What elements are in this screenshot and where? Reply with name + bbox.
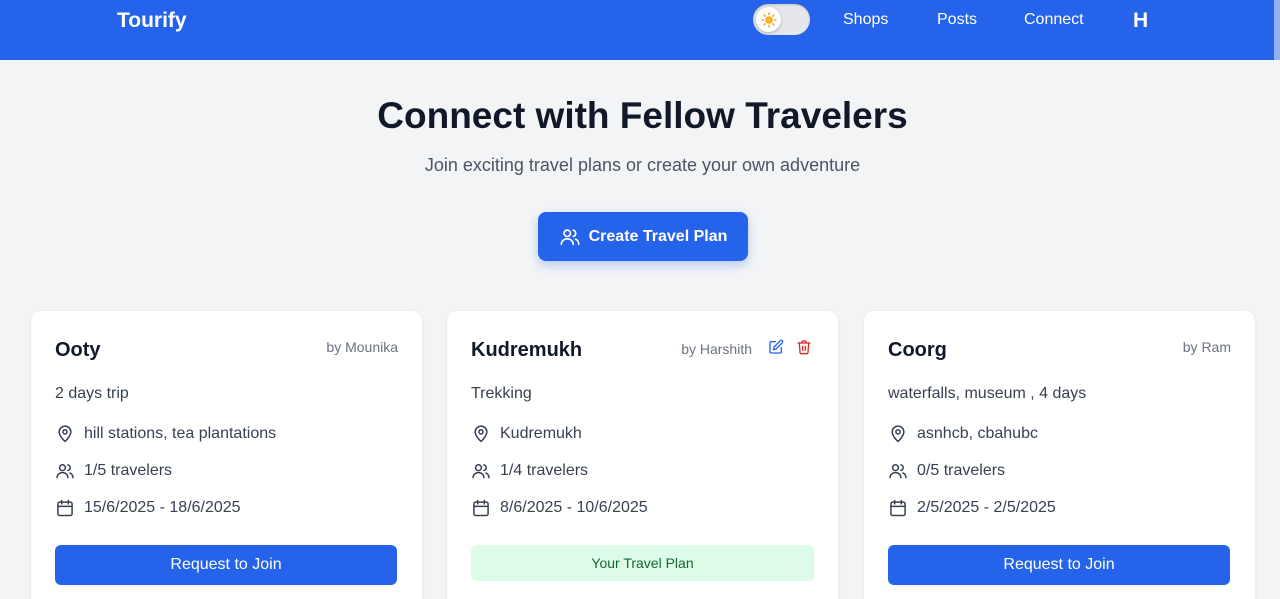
card-dates-row: 15/6/2025 - 18/6/2025 bbox=[55, 498, 241, 518]
card-author: by Ram bbox=[1182, 339, 1231, 355]
card-travelers: 1/4 travelers bbox=[500, 462, 589, 479]
card-dates: 2/5/2025 - 2/5/2025 bbox=[917, 499, 1056, 516]
card-location: asnhcb, cbahubc bbox=[917, 425, 1038, 442]
card-dates: 8/6/2025 - 10/6/2025 bbox=[500, 499, 648, 516]
travel-plan-card: Ooty by Mounika 2 days trip hill station… bbox=[31, 311, 422, 599]
card-travelers-row: 1/4 travelers bbox=[471, 461, 588, 481]
brand-logo[interactable]: Tourify bbox=[117, 9, 187, 33]
card-description: Trekking bbox=[471, 385, 532, 402]
map-pin-icon bbox=[888, 424, 908, 444]
card-description: waterfalls, museum , 4 days bbox=[888, 385, 1087, 402]
users-icon bbox=[55, 461, 75, 481]
card-travelers-row: 1/5 travelers bbox=[55, 461, 172, 481]
own-plan-badge: Your Travel Plan bbox=[471, 545, 814, 581]
card-dates: 15/6/2025 - 18/6/2025 bbox=[84, 499, 241, 516]
create-travel-plan-label: Create Travel Plan bbox=[588, 227, 728, 245]
card-actions bbox=[768, 339, 812, 355]
card-title: Kudremukh bbox=[471, 339, 583, 361]
card-dates-row: 8/6/2025 - 10/6/2025 bbox=[471, 498, 648, 518]
edit-icon[interactable] bbox=[768, 339, 784, 355]
card-title: Ooty bbox=[55, 339, 101, 361]
user-avatar[interactable]: H bbox=[1133, 9, 1148, 33]
page-subtitle: Join exciting travel plans or create you… bbox=[424, 155, 861, 175]
nav-link-connect[interactable]: Connect bbox=[1024, 11, 1084, 29]
card-author: by Mounika bbox=[326, 339, 398, 355]
card-author: by Harshith bbox=[681, 341, 752, 357]
card-location: Kudremukh bbox=[500, 425, 582, 442]
calendar-icon bbox=[471, 498, 491, 518]
card-title: Coorg bbox=[888, 339, 947, 361]
nav-link-posts[interactable]: Posts bbox=[937, 11, 977, 29]
card-dates-row: 2/5/2025 - 2/5/2025 bbox=[888, 498, 1056, 518]
card-description: 2 days trip bbox=[55, 385, 129, 402]
travel-plan-card: Coorg by Ram waterfalls, museum , 4 days… bbox=[864, 311, 1255, 599]
request-to-join-button[interactable]: Request to Join bbox=[888, 545, 1230, 585]
card-location-row: asnhcb, cbahubc bbox=[888, 424, 1038, 444]
nav-link-shops[interactable]: Shops bbox=[843, 11, 888, 29]
users-icon bbox=[888, 461, 908, 481]
sun-icon bbox=[756, 7, 781, 32]
request-to-join-button[interactable]: Request to Join bbox=[55, 545, 397, 585]
top-navbar: Tourify Shops Posts Connect H bbox=[0, 0, 1280, 60]
page-title: Connect with Fellow Travelers bbox=[377, 95, 908, 136]
card-location-row: Kudremukh bbox=[471, 424, 582, 444]
card-location-row: hill stations, tea plantations bbox=[55, 424, 276, 444]
trash-icon[interactable] bbox=[796, 339, 812, 355]
card-location: hill stations, tea plantations bbox=[84, 425, 277, 442]
card-travelers-row: 0/5 travelers bbox=[888, 461, 1005, 481]
users-icon bbox=[559, 226, 581, 248]
travel-plan-card: Kudremukh by Harshith Trekking Kudremukh… bbox=[447, 311, 838, 599]
map-pin-icon bbox=[55, 424, 75, 444]
theme-toggle[interactable] bbox=[753, 4, 810, 35]
users-icon bbox=[471, 461, 491, 481]
create-travel-plan-button[interactable]: Create Travel Plan bbox=[538, 212, 748, 261]
card-travelers: 1/5 travelers bbox=[84, 462, 173, 479]
calendar-icon bbox=[888, 498, 908, 518]
calendar-icon bbox=[55, 498, 75, 518]
scrollbar-track[interactable] bbox=[1274, 0, 1280, 60]
card-travelers: 0/5 travelers bbox=[917, 462, 1006, 479]
map-pin-icon bbox=[471, 424, 491, 444]
